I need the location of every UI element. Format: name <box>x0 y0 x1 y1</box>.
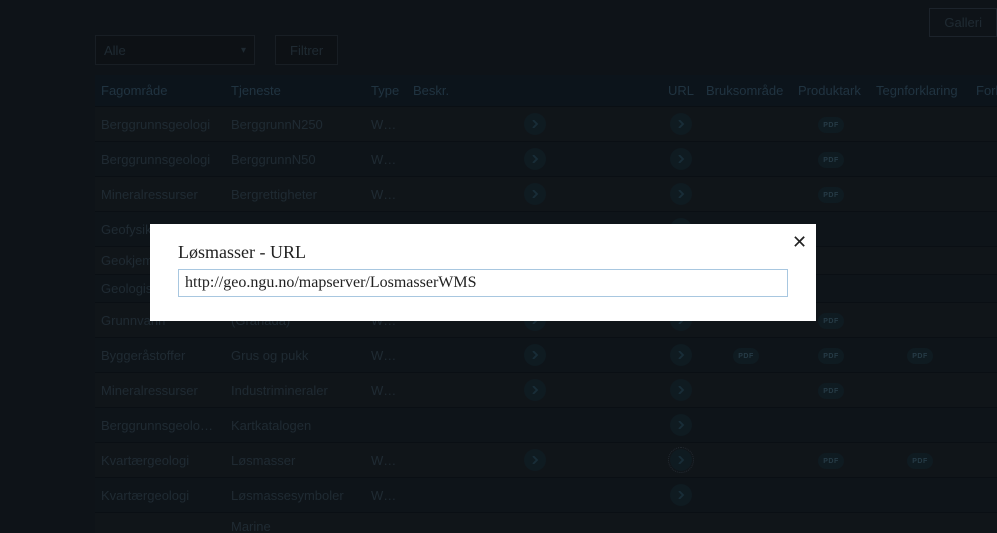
modal-url-input[interactable] <box>178 269 788 297</box>
modal-close-button[interactable]: ✕ <box>786 232 806 252</box>
modal-title: Løsmasser - URL <box>178 242 788 263</box>
url-modal: ✕ Løsmasser - URL <box>150 224 816 321</box>
